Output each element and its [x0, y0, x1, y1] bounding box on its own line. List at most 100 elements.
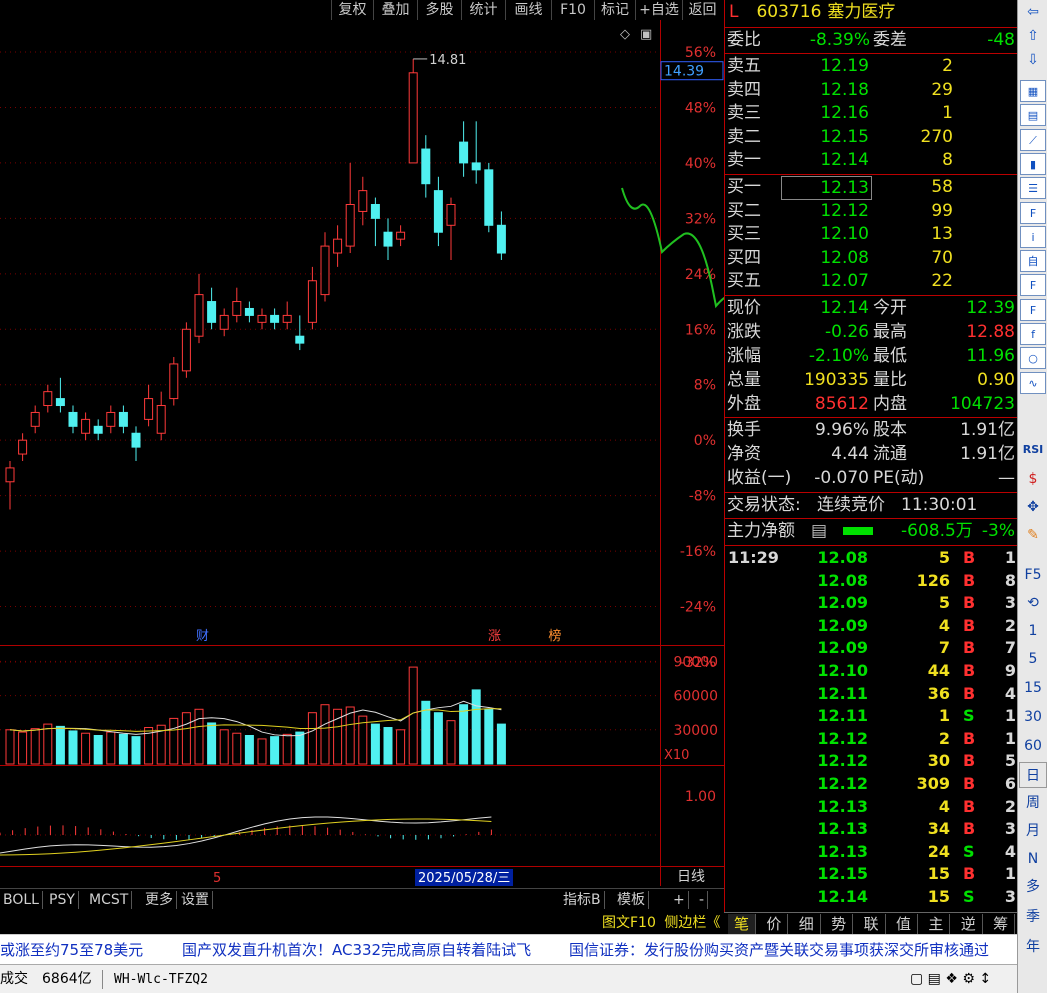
quote-tab-5[interactable]: 值 — [890, 914, 918, 934]
tool-label-9[interactable]: 30 — [1019, 704, 1047, 730]
circle-icon[interactable]: ○ — [1020, 347, 1046, 370]
toolbar-button-8[interactable]: 返回 — [682, 0, 722, 20]
tool-label-14[interactable]: N — [1019, 846, 1047, 872]
grid-icon[interactable]: ▤ — [1020, 104, 1046, 127]
event-marker[interactable]: 财 — [196, 629, 209, 644]
quote-tab-0[interactable]: 笔 — [728, 914, 756, 934]
tool-label-2[interactable]: ✥ — [1019, 494, 1047, 520]
f12-icon[interactable]: F — [1020, 298, 1046, 321]
candle-body — [358, 190, 368, 212]
f11-icon[interactable]: F — [1020, 274, 1046, 297]
weicha-label: 委差 — [873, 30, 907, 50]
stock-code[interactable]: 603716 — [756, 2, 821, 22]
price-axis-label: 0% — [694, 433, 716, 449]
flow-detail-icon[interactable]: ▤ — [811, 520, 827, 542]
indicator-tab-更多[interactable]: 更多 — [142, 891, 177, 909]
tick-side: S — [963, 887, 975, 906]
fx-icon[interactable]: f — [1020, 323, 1046, 345]
zoom-in-button[interactable]: + — [670, 891, 689, 909]
tool-label-4[interactable]: F5 — [1019, 562, 1047, 588]
ticker-item[interactable]: 国信证券：发行股份购买资产暨关联交易事项获深交所审核通过 — [569, 935, 989, 964]
event-marker[interactable]: 榜 — [548, 628, 561, 644]
indicator-tab-设置[interactable]: 设置 — [178, 891, 213, 909]
toolbar-button-5[interactable]: F10 — [551, 0, 594, 20]
f10-link[interactable]: 图文F10 — [598, 915, 656, 931]
toolbar-button-6[interactable]: 标记 — [594, 0, 635, 20]
candle-body — [307, 280, 317, 323]
sidebar-toggle[interactable]: 侧边栏《 — [660, 915, 720, 931]
toolbar-button-4[interactable]: 画线 — [505, 0, 551, 20]
candle-icon[interactable]: ▮ — [1020, 152, 1046, 175]
quote-value: 0.90 — [977, 370, 1015, 390]
candle-body — [282, 314, 292, 323]
toolbar-button-3[interactable]: 统计 — [461, 0, 505, 20]
quote-tab-1[interactable]: 价 — [760, 914, 789, 934]
period-button[interactable]: 日线 — [674, 868, 708, 886]
line-chart-icon[interactable]: ⟋ — [1020, 128, 1046, 151]
tick-side: B — [963, 819, 976, 839]
toolbar-button-7[interactable]: +自选 — [635, 0, 682, 20]
tick-count: 1 — [1004, 864, 1016, 884]
wave-icon[interactable]: ∿ — [1020, 371, 1046, 394]
tick-price: 12.10 — [817, 661, 868, 680]
tool-label-8[interactable]: 15 — [1019, 675, 1047, 701]
tool-label-16[interactable]: 季 — [1019, 904, 1047, 930]
candle-body — [446, 204, 456, 226]
tool-label-0[interactable]: RSI — [1019, 437, 1047, 463]
indicator-tab-psy[interactable]: PSY — [46, 891, 79, 909]
arrow-left-icon[interactable]: ⇦ — [1020, 1, 1046, 23]
news-ticker[interactable]: 或涨至约75至78美元 国产双发直升机首次！AC332完成高原自转着陆试飞 国信… — [0, 934, 1017, 964]
indicator-button[interactable]: 指标B — [560, 891, 605, 909]
tick-count: 3 — [1004, 887, 1016, 906]
quote-tab-3[interactable]: 势 — [825, 914, 854, 934]
indicator-tab-boll[interactable]: BOLL — [0, 891, 43, 909]
stat-value: — — [998, 468, 1015, 488]
tool-label-5[interactable]: ⟲ — [1019, 590, 1047, 616]
tick-side: S — [963, 706, 975, 726]
arrow-down-icon[interactable]: ⇩ — [1020, 49, 1046, 71]
tool-label-7[interactable]: 5 — [1019, 646, 1047, 672]
tool-label-6[interactable]: 1 — [1019, 618, 1047, 644]
zoom-out-button[interactable]: - — [696, 891, 709, 909]
volume-bar — [396, 729, 406, 765]
tick-count: 1 — [1004, 706, 1016, 726]
indicator-tab-mcst[interactable]: MCST — [86, 891, 133, 909]
diamond-icon[interactable]: ◇ — [620, 27, 630, 42]
event-marker[interactable]: 涨 — [488, 629, 501, 644]
report-icon[interactable]: ▦ — [1020, 80, 1046, 102]
info-icon[interactable]: i — [1020, 225, 1046, 248]
quote-label: 总量 — [727, 370, 761, 390]
tool-label-10[interactable]: 60 — [1019, 733, 1047, 759]
tool-label-12[interactable]: 周 — [1019, 790, 1047, 816]
stock-name[interactable]: 塞力医疗 — [827, 2, 895, 22]
tool-label-3[interactable]: ✎ — [1019, 522, 1047, 548]
tool-label-1[interactable]: $ — [1019, 466, 1047, 492]
self-icon[interactable]: 自 — [1020, 250, 1046, 273]
tool-label-17[interactable]: 年 — [1019, 934, 1047, 960]
template-button[interactable]: 模板 — [614, 891, 649, 909]
tool-label-13[interactable]: 月 — [1019, 818, 1047, 844]
bid-price: 12.07 — [820, 271, 869, 291]
toolbar-button-0[interactable]: 复权 — [331, 0, 373, 20]
toolbar-button-2[interactable]: 多股 — [417, 0, 461, 20]
toolbar-button-1[interactable]: 叠加 — [373, 0, 417, 20]
quote-tab-4[interactable]: 联 — [858, 914, 886, 934]
quote-tabs: 笔价细势联值主逆筹 — [724, 912, 1017, 934]
quote-tab-2[interactable]: 细 — [793, 914, 821, 934]
panel-toggle-icon[interactable]: ▣ — [640, 27, 652, 42]
volume-bar — [18, 731, 28, 765]
tool-label-15[interactable]: 多 — [1019, 874, 1047, 900]
trade-status-label: 交易状态: — [727, 495, 801, 515]
quote-tab-6[interactable]: 主 — [922, 914, 951, 934]
f10-icon[interactable]: F — [1020, 201, 1046, 224]
tool-label-11[interactable]: 日 — [1019, 762, 1047, 788]
list-icon[interactable]: ☰ — [1020, 177, 1046, 200]
ticker-item[interactable]: 国产双发直升机首次！AC332完成高原自转着陆试飞 — [182, 935, 531, 964]
ticker-item[interactable]: 或涨至约75至78美元 — [0, 935, 143, 964]
volume-bar — [43, 723, 53, 765]
candlestick-chart[interactable]: 56%48%40%32%24%16%8%0%-8%-16%-24%-32%14.… — [0, 20, 724, 886]
arrow-up-icon[interactable]: ⇧ — [1020, 25, 1046, 47]
quote-tab-7[interactable]: 逆 — [955, 914, 983, 934]
quote-tab-8[interactable]: 筹 — [987, 914, 1016, 934]
tick-volume: 30 — [927, 751, 950, 771]
